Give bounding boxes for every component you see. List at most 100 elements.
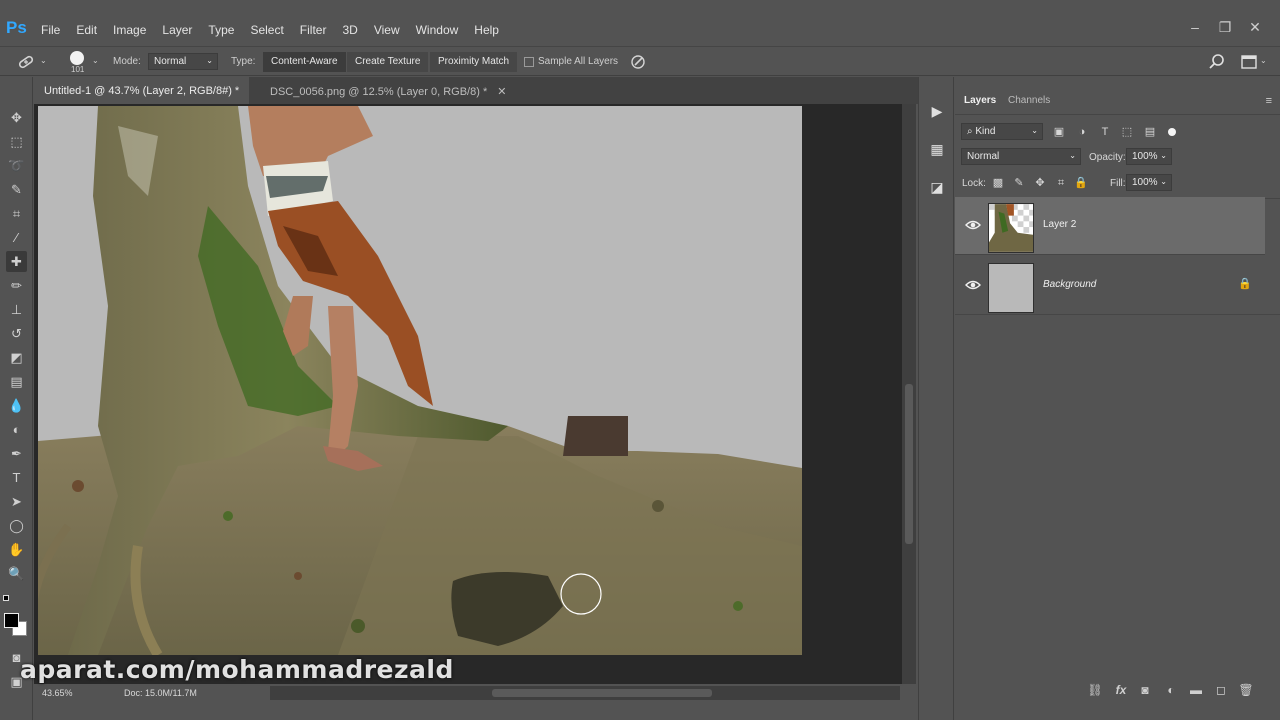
vertical-scrollbar[interactable] [902,104,916,684]
play-actions-icon[interactable]: ▶ [927,101,947,121]
tab-dsc-0056[interactable]: DSC_0056.png @ 12.5% (Layer 0, RGB/8) * ✕ [260,77,516,104]
quick-selection-tool-icon[interactable]: ✎ [6,179,27,200]
swatches-grid-icon[interactable]: ▦ [927,139,947,159]
history-brush-tool-icon[interactable]: ↺ [6,323,27,344]
lasso-tool-icon[interactable]: ➰ [6,155,27,176]
fx-icon[interactable]: fx [1113,683,1129,697]
visibility-eye-icon[interactable] [965,219,981,231]
link-layers-icon[interactable]: ⛓ [1087,683,1103,697]
opacity-input[interactable]: 100% ⌄ [1126,148,1172,165]
type-content-aware-button[interactable]: Content-Aware [263,52,346,72]
layer-row-layer-2[interactable]: Layer 2 [955,197,1265,255]
blend-mode-dropdown[interactable]: Normal ⌄ [961,148,1081,165]
visibility-eye-icon[interactable] [965,279,981,291]
layer-name[interactable]: Layer 2 [1043,219,1076,230]
menu-file[interactable]: File [33,23,68,37]
delete-layer-icon[interactable]: 🗑 [1238,683,1254,697]
search-icon[interactable] [1209,54,1225,70]
menu-filter[interactable]: Filter [292,23,335,37]
lock-icon[interactable]: 🔒 [1238,277,1252,290]
workspace-caret-icon[interactable]: ⌄ [1260,56,1267,65]
watermark: aparat.com/mohammadrezald [20,655,454,684]
fill-input[interactable]: 100% ⌄ [1126,174,1172,191]
foreground-color-swatch[interactable] [4,613,19,628]
ellipse-tool-icon[interactable]: ◯ [6,515,27,536]
layer-name[interactable]: Background [1043,279,1096,290]
brush-preview-icon[interactable] [70,51,84,65]
blur-tool-icon[interactable]: 💧 [6,395,27,416]
tab-layers[interactable]: Layers [955,89,1005,112]
adjustment-layer-icon[interactable]: ◐ [1163,683,1179,697]
menu-view[interactable]: View [366,23,408,37]
close-icon[interactable]: ✕ [1240,19,1270,36]
spot-healing-brush-icon[interactable] [16,53,36,71]
fill-value: 100% [1132,177,1158,188]
sample-all-layers-checkbox[interactable] [524,57,534,67]
eyedropper-tool-icon[interactable]: ⁄ [6,227,27,248]
menu-layer[interactable]: Layer [154,23,200,37]
tab-channels[interactable]: Channels [999,89,1059,112]
menu-window[interactable]: Window [408,23,467,37]
type-create-texture-button[interactable]: Create Texture [347,52,429,72]
menu-3d[interactable]: 3D [334,23,365,37]
scroll-thumb[interactable] [492,689,712,697]
photo-image [38,106,802,655]
path-selection-tool-icon[interactable]: ➤ [6,491,27,512]
filter-type-icon[interactable]: T [1098,125,1112,139]
close-tab-icon[interactable]: ✕ [497,86,506,98]
document-canvas[interactable] [38,106,802,655]
filter-pixel-icon[interactable]: ▣ [1052,125,1066,139]
lock-transparent-icon[interactable]: ▩ [991,176,1005,190]
menu-type[interactable]: Type [200,23,242,37]
brush-picker-caret-icon[interactable]: ⌄ [92,56,99,65]
panel-strip: ▶ ▦ ◪ [918,77,954,720]
type-tool-icon[interactable]: T [6,467,27,488]
pressure-size-icon[interactable] [630,54,647,70]
pen-tool-icon[interactable]: ✒ [6,443,27,464]
photoshop-logo: Ps [6,18,27,37]
new-layer-icon[interactable]: ◻ [1213,683,1229,697]
zoom-tool-icon[interactable]: 🔍 [6,563,27,584]
workspace-icon[interactable] [1241,55,1257,69]
lock-all-icon[interactable]: 🔒 [1074,176,1088,190]
filter-kind-dropdown[interactable]: ⌕ Kind ⌄ [961,123,1043,140]
mode-dropdown[interactable]: Normal ⌄ [148,53,218,70]
type-proximity-match-button[interactable]: Proximity Match [430,52,518,72]
layer-row-background[interactable]: Background 🔒 [955,257,1280,315]
horizontal-scrollbar[interactable] [270,686,900,700]
lock-image-icon[interactable]: ✎ [1012,176,1026,190]
clone-stamp-tool-icon[interactable]: ⊥ [6,299,27,320]
spot-healing-tool-icon[interactable]: ✚ [6,251,27,272]
filter-smart-object-icon[interactable]: ▤ [1143,125,1157,139]
move-tool-icon[interactable]: ✥ [6,107,27,128]
dodge-tool-icon[interactable]: ◐ [6,419,27,440]
tool-preset-caret-icon[interactable]: ⌄ [40,56,47,65]
menu-edit[interactable]: Edit [68,23,105,37]
new-group-icon[interactable]: ▬ [1188,683,1204,697]
minimize-icon[interactable]: – [1180,19,1210,36]
hand-tool-icon[interactable]: ✋ [6,539,27,560]
gradient-tool-icon[interactable]: ▤ [6,371,27,392]
marquee-tool-icon[interactable]: ⬚ [6,131,27,152]
eraser-tool-icon[interactable]: ◩ [6,347,27,368]
panel-menu-icon[interactable]: ≡ [1266,95,1272,107]
scroll-thumb[interactable] [905,384,913,544]
filter-adjustment-icon[interactable]: ◑ [1075,125,1089,139]
menu-select[interactable]: Select [242,23,291,37]
lock-artboard-icon[interactable]: ⌗ [1054,176,1068,190]
crop-tool-icon[interactable]: ⌗ [6,203,27,224]
filter-toggle-icon[interactable] [1168,128,1176,136]
zoom-level[interactable]: 43.65% [42,688,73,698]
brush-tool-icon[interactable]: ✏ [6,275,27,296]
menu-help[interactable]: Help [466,23,507,37]
properties-icon[interactable]: ◪ [927,177,947,197]
restore-icon[interactable]: ❐ [1210,19,1240,36]
add-mask-icon[interactable]: ◙ [1137,683,1153,697]
lock-position-icon[interactable]: ✥ [1033,176,1047,190]
tab-untitled-1[interactable]: Untitled-1 @ 43.7% (Layer 2, RGB/8#) * [34,77,250,104]
status-bar: 43.65% Doc: 15.0M/11.7M [34,684,270,702]
canvas-area[interactable] [34,104,902,684]
filter-shape-icon[interactable]: ⬚ [1120,125,1134,139]
default-colors-icon[interactable] [3,595,13,605]
menu-image[interactable]: Image [105,23,154,37]
